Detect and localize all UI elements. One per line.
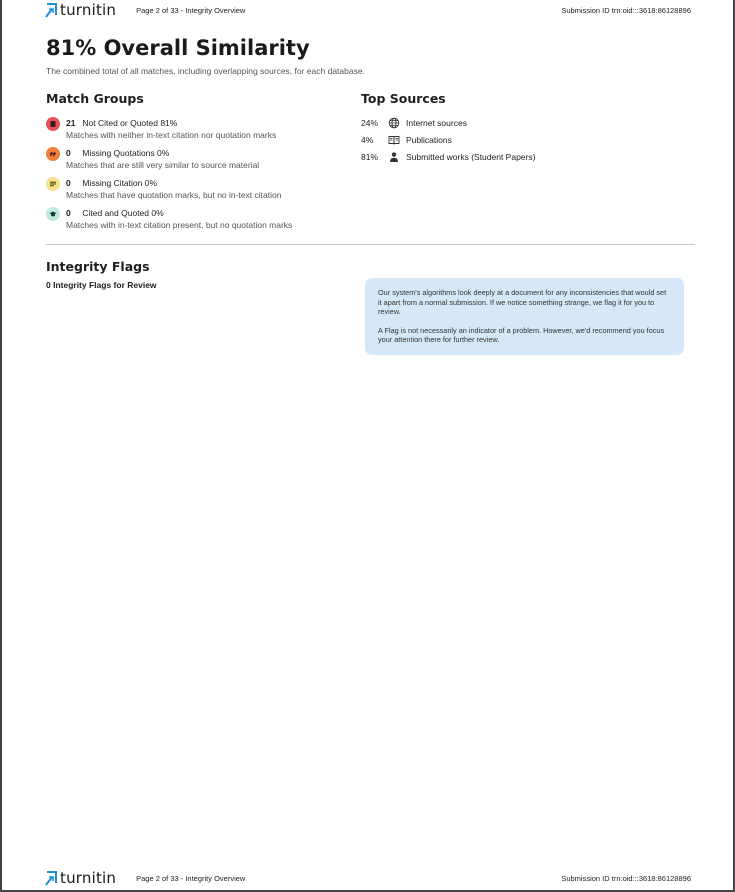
match-group-count: 0 xyxy=(66,148,71,158)
match-group-label: Missing Quotations 0% xyxy=(82,148,170,158)
source-percent: 24% xyxy=(361,118,379,128)
logo-text: turnitin xyxy=(60,869,117,887)
match-group-description: Matches with in-text citation present, b… xyxy=(66,220,293,230)
integrity-flags-count: 0 Integrity Flags for Review xyxy=(46,280,157,290)
lines-icon xyxy=(46,177,60,191)
match-group-missing-citation: 0 Missing Citation 0% Matches that have … xyxy=(46,177,346,207)
match-group-label: Missing Citation 0% xyxy=(82,178,158,188)
graduation-cap-icon xyxy=(46,207,60,221)
match-group-missing-quotations: 0 Missing Quotations 0% Matches that are… xyxy=(46,147,346,177)
report-page: turnitin Page 2 of 33 - Integrity Overvi… xyxy=(0,0,735,892)
turnitin-logo: turnitin xyxy=(44,0,116,20)
source-percent: 4% xyxy=(361,135,374,145)
source-label: Publications xyxy=(406,135,452,145)
source-label: Submitted works (Student Papers) xyxy=(406,152,536,162)
top-source-internet: 24% Internet sources xyxy=(361,117,691,134)
match-groups-list: 21 Not Cited or Quoted 81% Matches with … xyxy=(46,117,346,237)
match-group-not-cited: 21 Not Cited or Quoted 81% Matches with … xyxy=(46,117,346,147)
info-paragraph: Our system's algorithms look deeply at a… xyxy=(378,288,667,316)
page-indicator: Page 2 of 33 - Integrity Overview xyxy=(136,5,246,15)
page-subtitle: The combined total of all matches, inclu… xyxy=(46,66,365,76)
page-indicator: Page 2 of 33 - Integrity Overview xyxy=(136,873,246,883)
turnitin-logo-icon xyxy=(45,3,57,18)
person-icon xyxy=(390,152,398,162)
section-divider xyxy=(46,244,695,245)
match-group-label: Not Cited or Quoted 81% xyxy=(82,118,178,128)
source-label: Internet sources xyxy=(406,118,467,128)
integrity-flags-heading: Integrity Flags xyxy=(46,259,150,274)
submission-id: Submission ID trn:oid:::3618:86128896 xyxy=(561,5,691,15)
match-group-count: 21 xyxy=(66,118,76,128)
page-footer: turnitin Page 2 of 33 - Integrity Overvi… xyxy=(44,868,691,888)
turnitin-logo: turnitin xyxy=(44,868,116,888)
match-group-description: Matches with neither in-text citation no… xyxy=(66,130,277,140)
match-group-cited-and-quoted: 0 Cited and Quoted 0% Matches with in-te… xyxy=(46,207,346,237)
page-header: turnitin Page 2 of 33 - Integrity Overvi… xyxy=(44,0,691,20)
top-sources-heading: Top Sources xyxy=(361,91,446,106)
match-groups-heading: Match Groups xyxy=(46,91,144,106)
top-source-publications: 4% Publications xyxy=(361,134,691,151)
top-sources-list: 24% Internet sources 4% Publications 81% xyxy=(361,117,691,168)
source-percent: 81% xyxy=(361,152,379,162)
globe-icon xyxy=(388,117,400,129)
book-icon xyxy=(388,136,400,145)
info-paragraph: A Flag is not necessarily an indicator o… xyxy=(378,325,665,345)
page-title: 81% Overall Similarity xyxy=(46,36,310,60)
match-group-count: 0 xyxy=(66,178,71,188)
submission-id: Submission ID trn:oid:::3618:86128896 xyxy=(561,873,691,883)
match-group-description: Matches that are still very similar to s… xyxy=(66,160,260,170)
top-source-submitted-works: 81% Submitted works (Student Papers) xyxy=(361,151,691,168)
match-group-description: Matches that have quotation marks, but n… xyxy=(66,190,282,200)
flag-icon xyxy=(46,117,60,131)
match-group-count: 0 xyxy=(66,208,71,218)
turnitin-logo-icon xyxy=(45,871,57,886)
logo-text: turnitin xyxy=(60,1,117,19)
quote-icon xyxy=(46,147,60,161)
match-group-label: Cited and Quoted 0% xyxy=(82,208,164,218)
integrity-flags-info-box: Our system's algorithms look deeply at a… xyxy=(365,278,684,355)
